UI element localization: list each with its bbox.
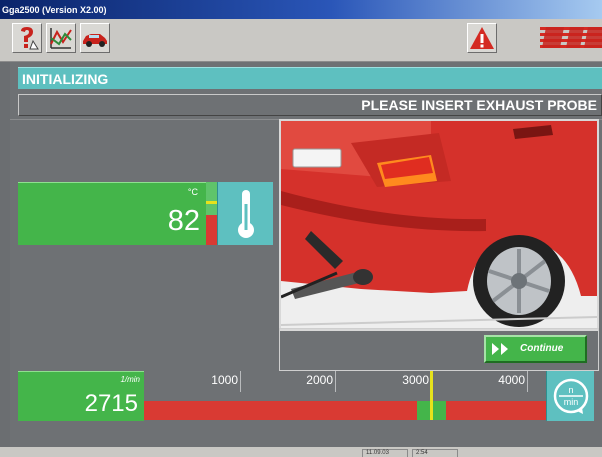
temperature-value: 82 — [167, 205, 200, 237]
rpm-tick — [527, 371, 528, 392]
rpm-tick-label: 4000 — [498, 373, 525, 387]
svg-text:n: n — [568, 385, 573, 395]
main-panel: INITIALIZING PLEASE INSERT EXHAUST PROBE… — [10, 62, 602, 457]
rpm-panel: 1/min 2715 — [18, 371, 144, 421]
thermometer-icon — [238, 190, 254, 238]
rpm-unit: 1/min — [120, 375, 140, 384]
continue-label: Continue — [520, 343, 564, 354]
rpm-tick-label: 1000 — [211, 373, 238, 387]
temperature-icon-box — [217, 182, 273, 245]
rpm-needle — [430, 371, 433, 420]
fast-forward-icon — [492, 343, 508, 355]
status-title: INITIALIZING — [22, 71, 109, 87]
message-bar: PLEASE INSERT EXHAUST PROBE — [18, 94, 602, 116]
rpm-tick — [335, 371, 336, 392]
graph-icon — [50, 28, 72, 49]
continue-button[interactable]: Continue — [484, 335, 587, 363]
instruction-image — [279, 119, 599, 331]
car-exhaust-illustration — [281, 121, 597, 329]
temperature-gauge-fill — [206, 215, 217, 245]
rpm-tick-label: 3000 — [402, 373, 429, 387]
vehicle-button[interactable] — [80, 23, 110, 53]
help-button[interactable] — [12, 23, 42, 53]
temperature-gauge — [206, 182, 217, 245]
rpm-dial-icon: n min — [553, 378, 589, 414]
rpm-tick — [240, 371, 241, 392]
warning-icon — [470, 27, 494, 49]
instruction-message: PLEASE INSERT EXHAUST PROBE — [361, 97, 597, 113]
status-footer: 11.09.03 2:54 — [0, 447, 602, 457]
rpm-bar — [144, 401, 546, 420]
status-bar: INITIALIZING — [18, 67, 602, 89]
car-icon — [83, 34, 107, 47]
rpm-icon-box: n min — [546, 371, 594, 421]
help-icon — [21, 27, 39, 50]
temperature-panel: °C 82 — [18, 182, 206, 245]
toolbar — [0, 19, 602, 62]
temperature-gauge-marker — [206, 201, 217, 204]
temperature-unit: °C — [187, 187, 198, 197]
window-title: Gga2500 (Version X2.00) — [0, 0, 602, 19]
footer-time: 2:54 — [412, 449, 458, 457]
rpm-scale: 1000 2000 3000 4000 — [144, 371, 546, 421]
footer-date: 11.09.03 — [362, 449, 408, 457]
brand-logo-icon — [540, 27, 602, 48]
rpm-value: 2715 — [84, 390, 138, 417]
svg-text:min: min — [564, 397, 579, 407]
rpm-tick-label: 2000 — [306, 373, 333, 387]
warning-button[interactable] — [467, 23, 497, 53]
graph-button[interactable] — [46, 23, 76, 53]
